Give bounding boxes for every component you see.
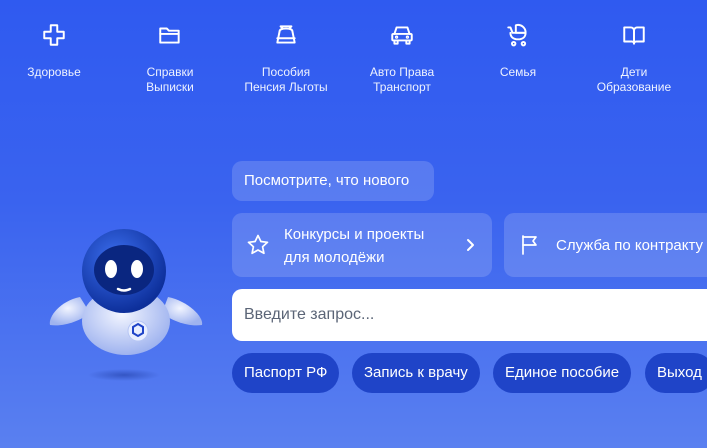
category-label-2: Пенсия Льготы (244, 80, 328, 94)
contract-service-card[interactable]: Служба по контракту (504, 213, 707, 277)
chip-doctor-appointment[interactable]: Запись к врачу (352, 353, 480, 393)
category-label: Дети (620, 65, 648, 79)
category-label: Здоровье (27, 65, 81, 79)
chip-unified-benefit[interactable]: Единое пособие (493, 353, 632, 393)
star-icon (246, 233, 270, 257)
promo-subtitle: для молодёжи (284, 249, 385, 266)
category-family[interactable]: Семья (458, 22, 578, 80)
stroller-icon (503, 22, 533, 54)
category-label: Справки (146, 65, 194, 79)
category-label: Авто Права (369, 65, 435, 79)
category-label: Пособия (261, 65, 311, 79)
chip-exit[interactable]: Выход (645, 353, 707, 393)
category-education[interactable]: Дети Образование (574, 22, 694, 95)
car-icon (387, 22, 417, 54)
youth-contests-card[interactable]: Конкурсы и проекты для молодёжи (232, 213, 492, 277)
category-label: Семья (499, 65, 537, 79)
category-benefits[interactable]: Пособия Пенсия Льготы (226, 22, 346, 95)
wallet-bag-icon (271, 22, 301, 54)
category-nav: Здоровье Справки Выписки Пособия Пенсия Ль… (0, 0, 707, 110)
chevron-right-icon (464, 235, 478, 255)
book-icon (619, 22, 649, 54)
chip-passport[interactable]: Паспорт РФ (232, 353, 340, 393)
category-label-2: Выписки (146, 80, 194, 94)
category-health[interactable]: Здоровье (0, 22, 114, 80)
robot-mascot (40, 225, 210, 385)
category-label-2: Образование (596, 80, 672, 94)
whats-new-button[interactable]: Посмотрите, что нового (232, 161, 434, 201)
category-transport[interactable]: Авто Права Транспорт (342, 22, 462, 95)
promo-title: Служба по контракту (556, 237, 704, 254)
quick-links: Паспорт РФ Запись к врачу Единое пособие… (232, 353, 707, 393)
search-box (232, 289, 707, 341)
promo-title: Конкурсы и проекты (284, 226, 425, 243)
plus-cross-icon (39, 22, 69, 54)
category-label-2: Транспорт (373, 80, 431, 94)
folder-icon (155, 22, 185, 54)
category-documents[interactable]: Справки Выписки (110, 22, 230, 95)
flag-icon (518, 233, 542, 257)
search-input[interactable] (232, 289, 707, 341)
